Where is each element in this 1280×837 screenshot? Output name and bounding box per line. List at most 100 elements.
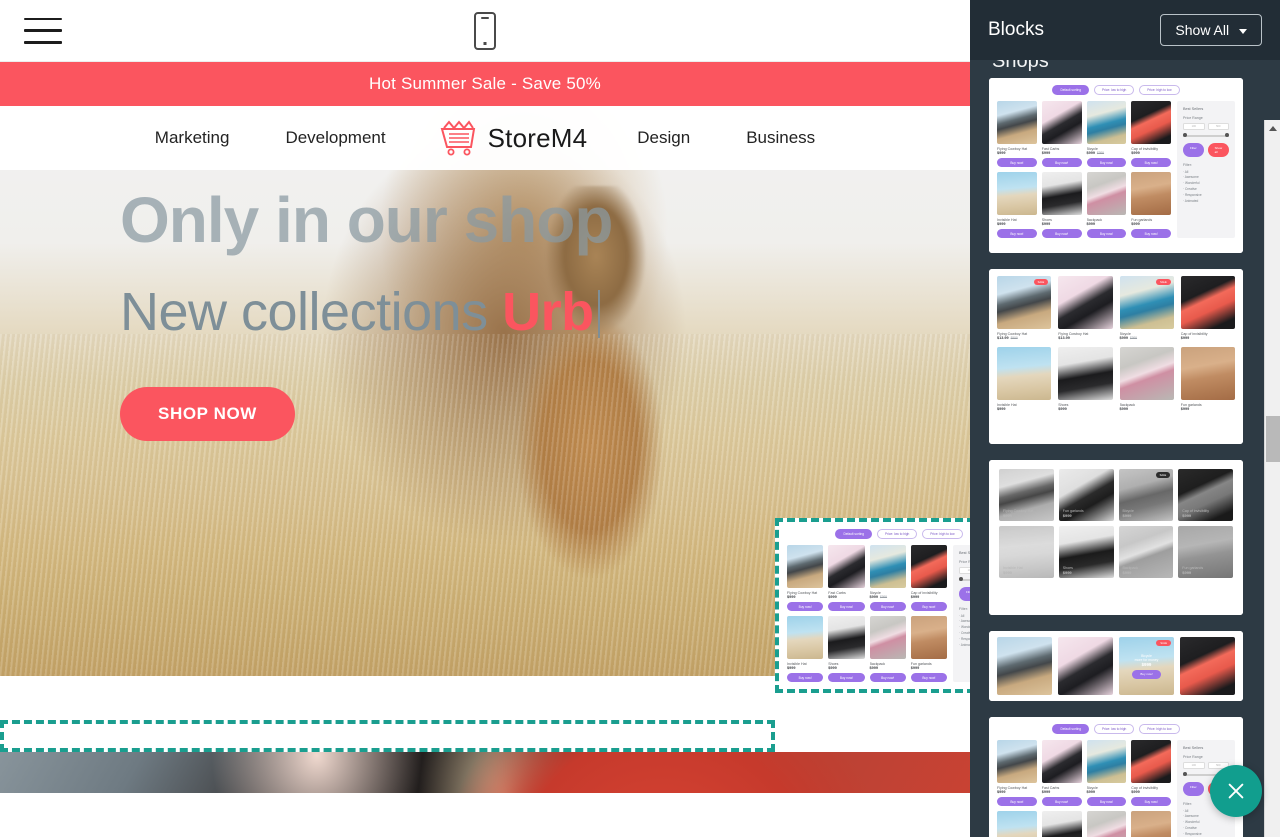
block-thumbnail[interactable]: Flying Cowboy Hat $999 Fun garlands $999… xyxy=(989,460,1243,615)
nav-link-marketing[interactable]: Marketing xyxy=(127,128,258,148)
product-card[interactable]: Backpack $999 Buy now! xyxy=(1086,811,1127,837)
close-button[interactable] xyxy=(1210,765,1262,817)
buy-now-button[interactable]: Buy now! xyxy=(910,602,947,611)
nav-link-business[interactable]: Business xyxy=(718,128,843,148)
hamburger-menu-icon[interactable] xyxy=(24,17,62,44)
blocks-panel-scrollbar[interactable] xyxy=(1264,120,1280,837)
product-card[interactable]: Fun garlands $999 xyxy=(1058,469,1114,521)
block-list[interactable]: Default sorting Price: low to high Price: … xyxy=(970,78,1262,837)
dragged-block-ghost[interactable]: Default sorting Price: low to high Price: … xyxy=(775,518,970,693)
buy-now-button[interactable]: Buy now! xyxy=(1086,797,1127,806)
buy-now-button[interactable]: Buy now! xyxy=(1132,669,1161,679)
product-card[interactable]: Cap of invisibility $999 Buy now! xyxy=(1131,101,1171,167)
shop-now-button[interactable]: SHOP NOW xyxy=(120,387,295,442)
product-card[interactable] xyxy=(1180,637,1235,695)
chevron-up-icon[interactable] xyxy=(1265,120,1280,136)
sort-pill[interactable]: Default sorting xyxy=(1052,724,1089,734)
product-card[interactable]: Cap of invisibility $999 xyxy=(1180,276,1235,340)
product-card[interactable]: Invisible Hat $999 Buy now! xyxy=(997,811,1037,837)
product-card[interactable]: Fast Carbs $999 Buy now! xyxy=(828,545,865,611)
product-card[interactable]: Shoes $999 Buy now! xyxy=(828,616,865,682)
filter-button[interactable]: Filter xyxy=(959,586,970,601)
nav-link-design[interactable]: Design xyxy=(609,128,718,148)
buy-now-button[interactable]: Buy now! xyxy=(1131,797,1171,806)
buy-now-button[interactable]: Buy now! xyxy=(828,602,865,611)
product-card[interactable]: SALE Bicycle more for money $999 Buy now… xyxy=(1119,637,1174,695)
buy-now-button[interactable]: Buy now! xyxy=(787,673,824,682)
product-card[interactable]: Fun garlands $999 Buy now! xyxy=(910,616,947,682)
product-card[interactable]: Shoes $999 xyxy=(1058,526,1114,578)
filter-button[interactable]: Filter xyxy=(1183,781,1204,796)
product-card[interactable]: Bicycle $999 $999 Buy now! xyxy=(869,545,906,611)
product-card[interactable]: Invisible Hat $999 Buy now! xyxy=(997,172,1037,238)
product-card[interactable]: Backpack $999 xyxy=(1119,347,1174,411)
product-card[interactable]: Flying Cowboy Hat $999 Buy now! xyxy=(787,545,824,611)
hero-title[interactable]: Only in our shop xyxy=(120,187,613,253)
product-card[interactable]: Flying Cowboy Hat $999 Buy now! xyxy=(997,101,1037,167)
buy-now-button[interactable]: Buy now! xyxy=(1041,229,1082,238)
product-card[interactable]: Fun garlands $999 xyxy=(1180,347,1235,411)
product-card[interactable]: SALE Bicycle $999 xyxy=(1118,469,1174,521)
product-card[interactable] xyxy=(1058,637,1113,695)
buy-now-button[interactable]: Buy now! xyxy=(828,673,865,682)
sort-pill[interactable]: Price: high to low xyxy=(1139,724,1180,734)
product-card[interactable]: SALE Flying Cowboy Hat $13.99 $999 xyxy=(997,276,1052,340)
product-card[interactable]: Shoes $999 Buy now! xyxy=(1041,811,1082,837)
sort-pill[interactable]: Default sorting xyxy=(835,529,872,539)
hero-section-2[interactable]: Infuse xyxy=(0,752,970,793)
sort-pill[interactable]: Price: high to low xyxy=(922,529,963,539)
buy-now-button[interactable]: Buy now! xyxy=(1041,797,1082,806)
product-card[interactable]: Backpack $999 Buy now! xyxy=(869,616,906,682)
price-min-input[interactable]: 100 xyxy=(1183,762,1205,769)
show-all-dropdown-button[interactable]: Show All xyxy=(1160,14,1262,46)
buy-now-button[interactable]: Buy now! xyxy=(997,229,1037,238)
product-card[interactable]: Fun garlands $999 xyxy=(1178,526,1233,578)
product-card[interactable]: Flying Cowboy Hat $999 Buy now! xyxy=(997,740,1037,806)
price-slider[interactable] xyxy=(1183,133,1229,137)
filter-option[interactable]: Responsive xyxy=(1183,832,1229,837)
price-min-input[interactable]: 100 xyxy=(959,567,970,574)
buy-now-button[interactable]: Buy now! xyxy=(1086,158,1127,167)
filter-option[interactable]: Animated xyxy=(1183,199,1229,205)
product-card[interactable]: Bicycle $999 Buy now! xyxy=(1086,740,1127,806)
sort-pill[interactable]: Price: low to high xyxy=(1094,85,1135,95)
product-card[interactable]: Fast Carbs $999 Buy now! xyxy=(1041,101,1082,167)
product-card[interactable]: Cap of invisibility $999 xyxy=(1178,469,1233,521)
product-card[interactable]: Shoes $999 xyxy=(1058,347,1113,411)
block-thumbnail[interactable]: SALE Bicycle more for money $999 Buy now… xyxy=(989,631,1243,701)
buy-now-button[interactable]: Buy now! xyxy=(910,673,947,682)
product-card[interactable]: Cap of invisibility $999 Buy now! xyxy=(1131,740,1171,806)
sort-pill[interactable]: Default sorting xyxy=(1052,85,1089,95)
hero-subtitle[interactable]: New collections Urb xyxy=(120,281,612,343)
product-card[interactable]: Backpack $999 xyxy=(1118,526,1174,578)
product-card[interactable]: Backpack $999 Buy now! xyxy=(1086,172,1127,238)
product-card[interactable]: Fun garlands $999 Buy now! xyxy=(1131,172,1171,238)
product-card[interactable]: Invisible Hat $999 xyxy=(997,347,1052,411)
sort-pill[interactable]: Price: high to low xyxy=(1139,85,1180,95)
buy-now-button[interactable]: Buy now! xyxy=(997,797,1037,806)
block-thumbnail[interactable]: Default sorting Price: low to high Price: … xyxy=(989,717,1243,837)
buy-now-button[interactable]: Buy now! xyxy=(787,602,824,611)
nav-link-development[interactable]: Development xyxy=(257,128,413,148)
price-slider[interactable] xyxy=(959,577,970,581)
block-thumbnail[interactable]: Default sorting Price: low to high Price: … xyxy=(989,78,1243,253)
show-all-products-button[interactable]: Show all xyxy=(1207,142,1230,157)
sort-pill[interactable]: Price: low to high xyxy=(877,529,918,539)
price-min-input[interactable]: 100 xyxy=(1183,123,1205,130)
promo-banner[interactable]: Hot Summer Sale - Save 50% xyxy=(0,62,970,106)
filter-button[interactable]: Filter xyxy=(1183,142,1204,157)
buy-now-button[interactable]: Buy now! xyxy=(1086,229,1127,238)
product-card[interactable]: SALE Bicycle $999 $999 xyxy=(1119,276,1174,340)
buy-now-button[interactable]: Buy now! xyxy=(997,158,1037,167)
filter-option[interactable]: Animated xyxy=(959,643,970,649)
product-card[interactable]: Fun garlands $999 Buy now! xyxy=(1131,811,1171,837)
mobile-preview-icon[interactable] xyxy=(474,11,496,50)
product-card[interactable]: Fast Carbs $999 Buy now! xyxy=(1041,740,1082,806)
product-card[interactable]: Flying Cowboy Hat $13.99 xyxy=(1058,276,1113,340)
sort-pill[interactable]: Price: low to high xyxy=(1094,724,1135,734)
product-card[interactable]: Invisible Hat $999 xyxy=(999,526,1054,578)
site-brand[interactable]: StoreM4 xyxy=(414,120,610,156)
product-card[interactable]: Invisible Hat $999 Buy now! xyxy=(787,616,824,682)
product-card[interactable]: Bicycle $999 $999 Buy now! xyxy=(1086,101,1127,167)
scrollbar-thumb[interactable] xyxy=(1266,416,1280,462)
